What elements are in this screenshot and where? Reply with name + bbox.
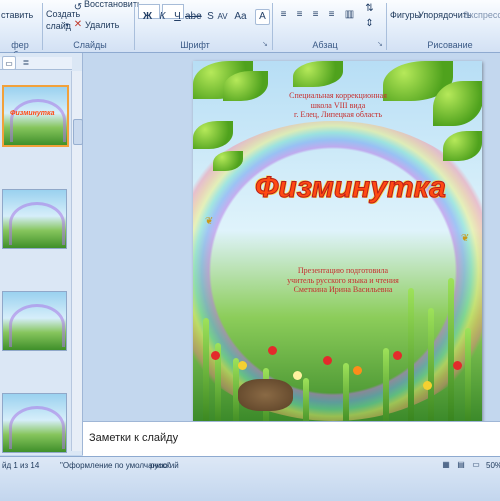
author-info: Презентацию подготовила учитель русского…: [268, 266, 418, 295]
leaves-decoration: [223, 71, 268, 101]
grass-decoration: [448, 278, 454, 438]
slide-title: Физминутка: [255, 171, 447, 205]
normal-view-icon[interactable]: ▦: [440, 458, 452, 469]
pane-tabs: ▭ ≣: [0, 56, 72, 70]
drawing-group-label: Рисование: [427, 40, 473, 50]
delete-button[interactable]: Удалить: [85, 20, 119, 30]
rock-decoration: [238, 379, 293, 411]
text-direction-button[interactable]: ⇅: [362, 2, 377, 16]
align-center-button[interactable]: ≡: [292, 8, 307, 22]
flower-decoration: [238, 361, 247, 370]
separator: [134, 3, 135, 50]
shapes-button[interactable]: Фигуры: [390, 10, 421, 20]
grass-decoration: [203, 318, 209, 438]
flower-decoration: [323, 356, 332, 365]
restore-button[interactable]: Восстановить: [84, 0, 142, 9]
grass-decoration: [428, 308, 434, 438]
zoom-level[interactable]: 50%: [486, 461, 500, 470]
flower-decoration: [453, 361, 462, 370]
slide-thumbnail-4[interactable]: [2, 393, 67, 453]
separator: [386, 3, 387, 50]
italic-button[interactable]: К: [155, 10, 170, 24]
underline-button[interactable]: Ч: [170, 10, 185, 24]
strikethrough-button[interactable]: abe: [185, 10, 202, 24]
author-line: учитель русского языка и чтения: [287, 275, 399, 285]
char-spacing-button[interactable]: AV: [215, 10, 230, 24]
columns-button[interactable]: ▥: [342, 8, 357, 22]
slide-canvas[interactable]: Специальная коррекционная школа VIII вид…: [193, 61, 482, 438]
slide-counter: йд 1 из 14: [2, 461, 40, 470]
slideshow-view-icon[interactable]: ▭: [470, 458, 482, 469]
status-bar: йд 1 из 14 "Оформление по умолчанию" рус…: [0, 456, 500, 501]
restore-icon: ↺: [73, 2, 83, 13]
sorter-view-icon[interactable]: ▤: [455, 458, 467, 469]
paste-button[interactable]: ставить: [1, 10, 33, 20]
justify-button[interactable]: ≡: [324, 8, 339, 22]
butterfly-icon: ❦: [205, 216, 214, 227]
scrollbar-thumb[interactable]: [73, 119, 83, 145]
ribbon: ставить фер обм... Создать слайд ▾ ↺ Вос…: [0, 0, 500, 60]
school-info: Специальная коррекционная школа VIII вид…: [278, 91, 398, 120]
slides-pane: ▭ ≣ Физминутка: [0, 53, 83, 455]
slide-thumbnail-1[interactable]: Физминутка: [2, 85, 69, 147]
leaves-decoration: [193, 121, 233, 149]
flower-decoration: [268, 346, 277, 355]
author-line: Сметкина Ирина Васильевна: [293, 285, 393, 294]
chevron-down-icon[interactable]: ▾: [63, 19, 71, 33]
align-right-button[interactable]: ≡: [308, 8, 323, 22]
align-text-button[interactable]: ⇕: [362, 17, 377, 31]
flower-decoration: [353, 366, 362, 375]
notes-placeholder: Заметки к слайду: [89, 432, 179, 444]
school-line: Специальная коррекционная: [289, 91, 387, 100]
font-group-label: Шрифт: [180, 40, 210, 50]
flower-decoration: [423, 381, 432, 390]
tab-outline[interactable]: ≣: [20, 56, 32, 68]
thumbnail-title: Физминутка: [10, 110, 55, 117]
separator: [272, 3, 273, 50]
align-left-button[interactable]: ≡: [276, 8, 291, 22]
paragraph-group-label: Абзац: [312, 40, 338, 50]
bold-button[interactable]: Ж: [140, 10, 155, 24]
delete-icon: ✕: [73, 19, 83, 30]
notes-pane[interactable]: Заметки к слайду: [83, 421, 500, 456]
paragraph-dialog-launcher-icon[interactable]: ↘: [377, 41, 384, 48]
butterfly-icon: ❦: [461, 233, 470, 244]
leaves-decoration: [443, 131, 482, 161]
separator: [42, 3, 43, 50]
quick-styles-button[interactable]: Экспресс-ст: [463, 10, 500, 20]
flower-decoration: [211, 351, 220, 360]
leaves-decoration: [293, 61, 343, 87]
author-line: Презентацию подготовила: [297, 266, 389, 275]
slide-thumbnail-2[interactable]: [2, 189, 67, 249]
slides-group-label: Слайды: [73, 40, 107, 50]
slide-thumbnail-3[interactable]: [2, 291, 67, 351]
school-line: г. Елец, Липецкая область: [293, 110, 382, 119]
slides-pane-scrollbar[interactable]: [71, 71, 83, 451]
school-line: школа VIII вида: [310, 100, 366, 110]
flower-decoration: [393, 351, 402, 360]
grass-decoration: [408, 288, 414, 438]
font-color-button[interactable]: A: [255, 9, 270, 25]
tab-slides[interactable]: ▭: [2, 56, 16, 70]
font-dialog-launcher-icon[interactable]: ↘: [262, 41, 269, 48]
flower-decoration: [293, 371, 302, 380]
change-case-button[interactable]: Aa: [233, 10, 248, 24]
language-indicator[interactable]: русский: [150, 461, 179, 470]
